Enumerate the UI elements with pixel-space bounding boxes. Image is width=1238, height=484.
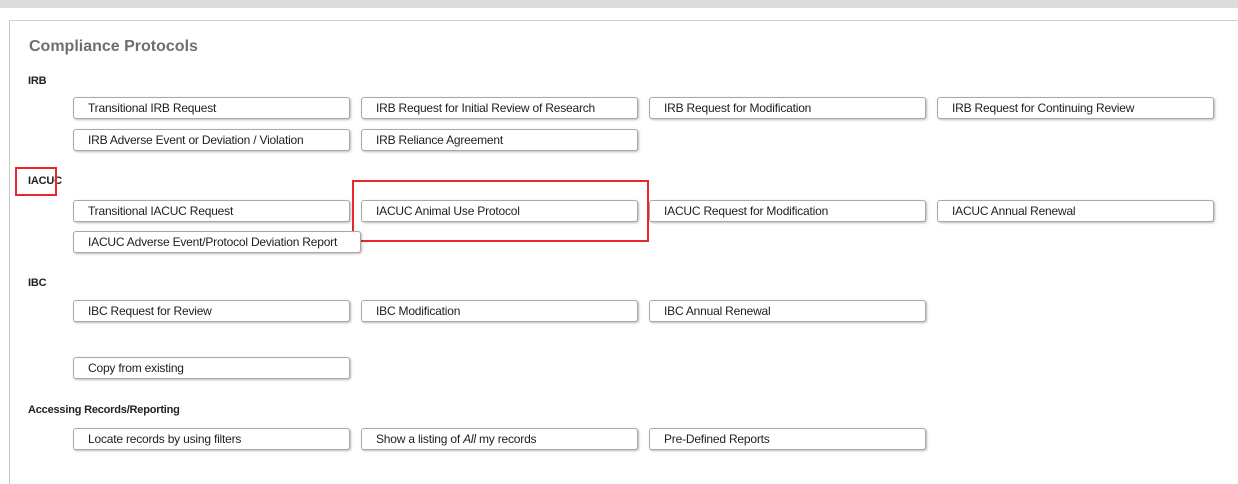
irb-initial-review-button[interactable]: IRB Request for Initial Review of Resear… <box>361 97 638 119</box>
section-label-ibc: IBC <box>28 277 47 289</box>
ibc-modification-button[interactable]: IBC Modification <box>361 300 638 322</box>
section-label-records: Accessing Records/Reporting <box>28 404 180 416</box>
copy-from-existing-button[interactable]: Copy from existing <box>73 357 350 379</box>
transitional-irb-request-button[interactable]: Transitional IRB Request <box>73 97 350 119</box>
irb-continuing-review-button[interactable]: IRB Request for Continuing Review <box>937 97 1214 119</box>
irb-adverse-event-button[interactable]: IRB Adverse Event or Deviation / Violati… <box>73 129 350 151</box>
top-bar <box>0 0 1238 8</box>
locate-records-button[interactable]: Locate records by using filters <box>73 428 350 450</box>
iacuc-animal-use-protocol-button[interactable]: IACUC Animal Use Protocol <box>361 200 638 222</box>
page-title: Compliance Protocols <box>29 38 198 55</box>
irb-reliance-agreement-button[interactable]: IRB Reliance Agreement <box>361 129 638 151</box>
iacuc-annual-renewal-button[interactable]: IACUC Annual Renewal <box>937 200 1214 222</box>
section-label-irb: IRB <box>28 75 47 87</box>
ibc-request-review-button[interactable]: IBC Request for Review <box>73 300 350 322</box>
irb-modification-button[interactable]: IRB Request for Modification <box>649 97 926 119</box>
listing-suffix-text: my records <box>475 432 537 446</box>
transitional-iacuc-request-button[interactable]: Transitional IACUC Request <box>73 200 350 222</box>
iacuc-modification-button[interactable]: IACUC Request for Modification <box>649 200 926 222</box>
listing-emphasis-text: All <box>463 432 476 446</box>
show-all-records-button[interactable]: Show a listing of All my records <box>361 428 638 450</box>
listing-prefix-text: Show a listing of <box>376 432 464 446</box>
section-label-iacuc: IACUC <box>28 175 62 187</box>
predefined-reports-button[interactable]: Pre-Defined Reports <box>649 428 926 450</box>
ibc-annual-renewal-button[interactable]: IBC Annual Renewal <box>649 300 926 322</box>
iacuc-adverse-event-button[interactable]: IACUC Adverse Event/Protocol Deviation R… <box>73 231 361 253</box>
